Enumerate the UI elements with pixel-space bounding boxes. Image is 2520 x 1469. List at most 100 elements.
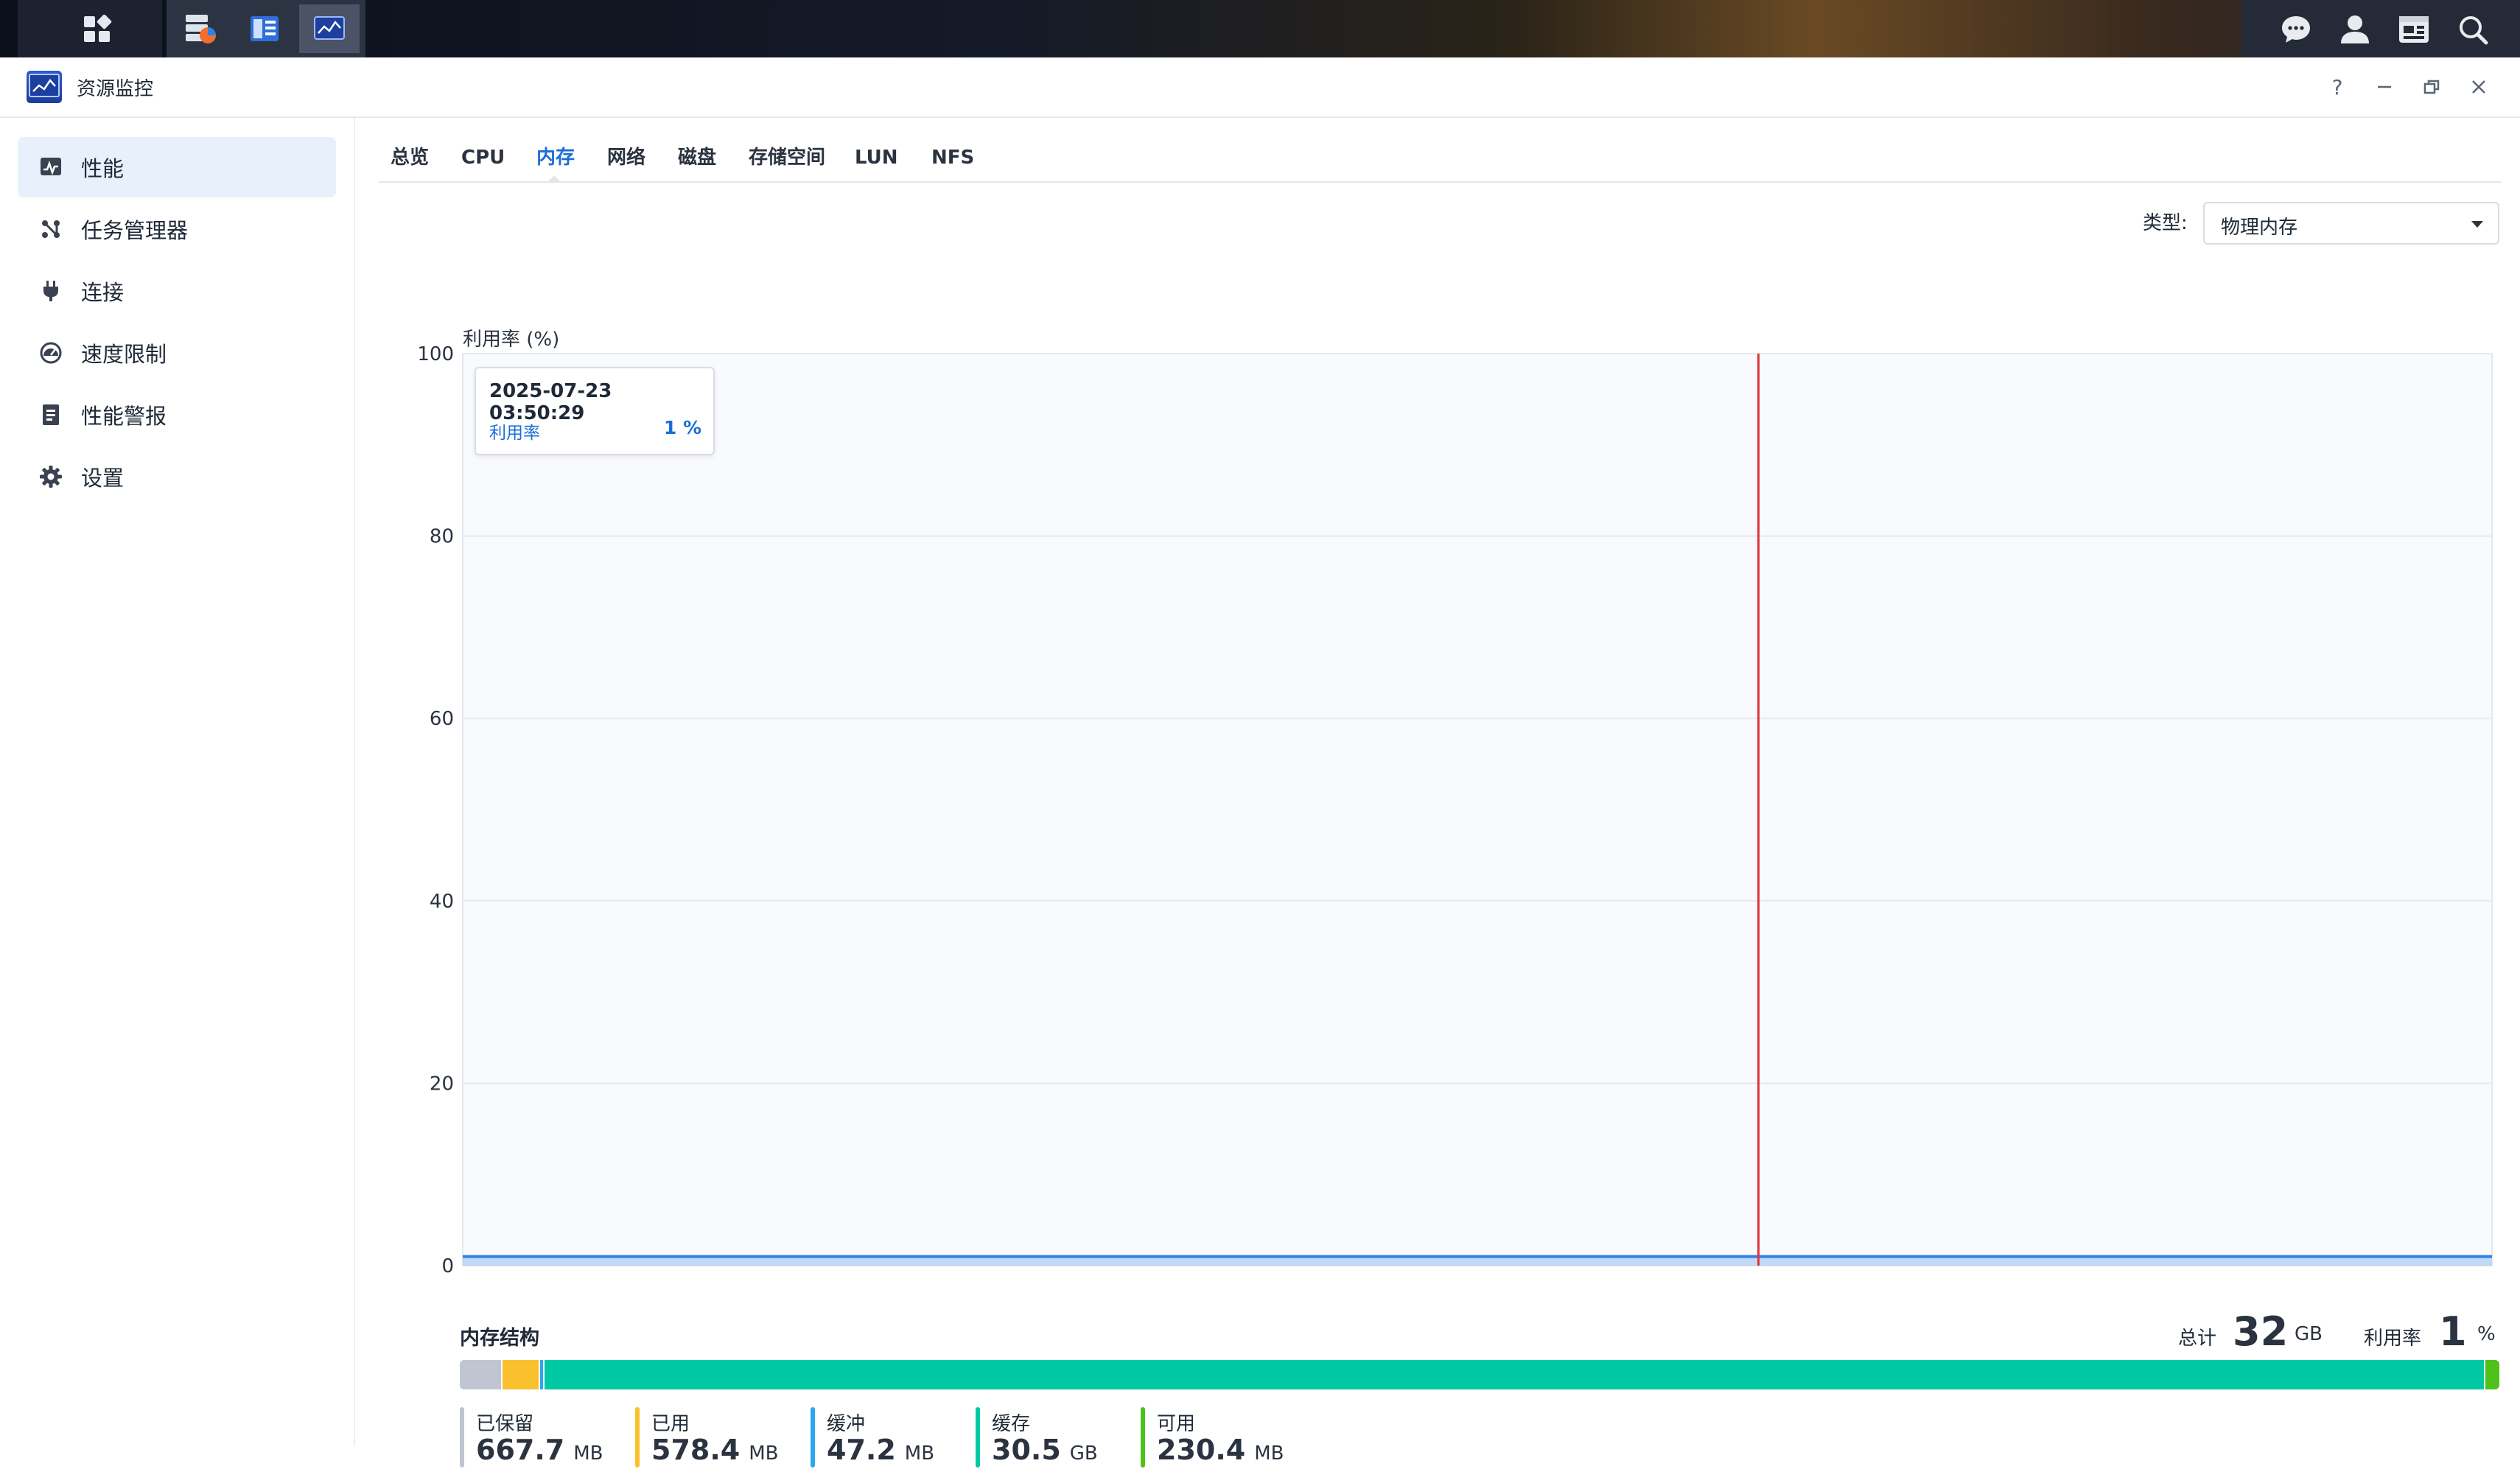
memory-segment [460,1360,503,1389]
restore-icon [2423,80,2440,94]
main-menu-button[interactable] [18,0,162,57]
legend-value: 47.2 MB [827,1434,934,1466]
total-unit: GB [2295,1323,2323,1345]
legend-swatch [635,1407,640,1468]
legend-number: 230.4 [1157,1434,1246,1466]
chart-tooltip: 2025-07-23 03:50:29 利用率 1 % [475,367,715,455]
window-title: 资源监控 [77,78,154,100]
utilization-value: 1 [2439,1308,2467,1355]
taskbar-tray [2241,0,2520,57]
taskbar-app-resource-monitor[interactable] [299,4,360,53]
legend-number: 47.2 [827,1434,896,1466]
file-station-icon [251,16,279,41]
restore-button[interactable] [2415,71,2448,103]
legend-number: 667.7 [476,1434,565,1466]
window-titlebar[interactable]: 资源监控 ? [0,57,2520,118]
sidebar-item-connections[interactable]: 连接 [18,261,336,321]
task-manager-icon [38,217,63,242]
resource-monitor-icon [314,16,345,40]
alert-document-icon [38,402,63,427]
speedometer-icon [38,340,63,365]
gear-icon [38,464,63,489]
total-value: 32 [2233,1308,2289,1355]
legend-unit: MB [904,1442,935,1465]
tab-disk[interactable]: 磁盘 [678,137,716,181]
search-icon[interactable] [2454,10,2492,49]
legend-label: 缓冲 [827,1413,866,1435]
plot-area [462,353,2493,1266]
sidebar-item-label: 性能警报 [81,404,167,429]
legend-unit: MB [573,1442,603,1465]
storage-manager-icon [186,15,216,43]
sidebar-item-label: 任务管理器 [81,218,189,243]
chat-icon[interactable] [2277,10,2315,49]
widgets-icon[interactable] [2395,10,2433,49]
taskbar-open-apps [167,0,365,57]
legend-swatch [976,1407,980,1468]
legend-value: 230.4 MB [1157,1434,1284,1466]
legend-unit: MB [1254,1442,1284,1465]
legend-number: 30.5 [992,1434,1061,1466]
performance-chart-icon [38,155,63,180]
tab-network[interactable]: 网络 [607,137,645,181]
sidebar-item-label: 速度限制 [81,342,167,367]
taskbar-app-storage-manager[interactable] [169,4,230,53]
minimize-button[interactable] [2368,71,2401,103]
tab-volume[interactable]: 存储空间 [749,137,825,181]
tab-memory[interactable]: 内存 [536,137,575,181]
tooltip-series-label: 利用率 [489,424,540,443]
sidebar: 性能 任务管理器 连接 速度限制 性能警报 设置 [0,118,355,1445]
sidebar-item-label: 连接 [81,280,125,305]
type-filter-label: 类型: [2143,212,2188,234]
memory-utilization-chart[interactable]: 0 20 40 60 80 100 [383,315,2505,1273]
legend-swatch [811,1407,815,1468]
legend-unit: GB [1069,1442,1098,1465]
y-tick-label: 60 [430,708,454,730]
legend-value: 667.7 MB [476,1434,603,1466]
tab-bar: 总览 CPU 内存 网络 磁盘 存储空间 LUN NFS [379,137,2501,183]
type-select[interactable]: 物理内存 [2203,202,2499,245]
tab-lun[interactable]: LUN [855,137,898,181]
legend-value: 578.4 MB [651,1434,778,1466]
help-button[interactable]: ? [2321,71,2353,103]
chevron-down-icon [2471,221,2483,228]
legend-number: 578.4 [651,1434,741,1466]
close-icon [2472,80,2485,94]
taskbar-app-file-station[interactable] [234,4,295,53]
desktop-taskbar [0,0,2520,57]
active-tab-indicator [547,175,561,183]
utilization-unit: % [2477,1323,2496,1345]
close-button[interactable] [2463,71,2495,103]
tab-nfs[interactable]: NFS [931,137,974,181]
sidebar-item-label: 性能 [81,156,125,181]
memory-segment [544,1360,2485,1389]
legend-label: 可用 [1157,1413,1196,1435]
sidebar-item-performance[interactable]: 性能 [18,137,336,197]
legend-value: 30.5 GB [992,1434,1098,1466]
tooltip-series-value: 1 % [663,417,701,438]
type-select-value: 物理内存 [2221,217,2298,239]
sidebar-item-performance-alerts[interactable]: 性能警报 [18,385,336,445]
memory-segment [2485,1360,2499,1389]
minimize-icon [2378,85,2391,88]
y-tick-label: 80 [430,526,454,548]
legend-swatch [460,1407,464,1468]
legend-label: 已用 [651,1413,690,1435]
y-tick-label: 20 [430,1073,454,1095]
sidebar-item-speed-limit[interactable]: 速度限制 [18,323,336,383]
memory-composition-bar [460,1360,2499,1389]
sidebar-item-label: 设置 [81,466,125,491]
legend-label: 已保留 [476,1413,534,1435]
resource-monitor-icon [27,71,62,103]
tab-overview[interactable]: 总览 [391,137,429,181]
y-tick-label: 40 [430,891,454,913]
legend-unit: MB [749,1442,779,1465]
legend-label: 缓存 [992,1413,1031,1435]
tab-cpu[interactable]: CPU [461,137,505,181]
legend-swatch [1141,1407,1145,1468]
sidebar-item-task-manager[interactable]: 任务管理器 [18,199,336,259]
user-icon[interactable] [2336,10,2374,49]
y-tick-label: 100 [417,343,454,365]
utilization-label: 利用率 [2364,1328,2422,1350]
sidebar-item-settings[interactable]: 设置 [18,446,336,507]
